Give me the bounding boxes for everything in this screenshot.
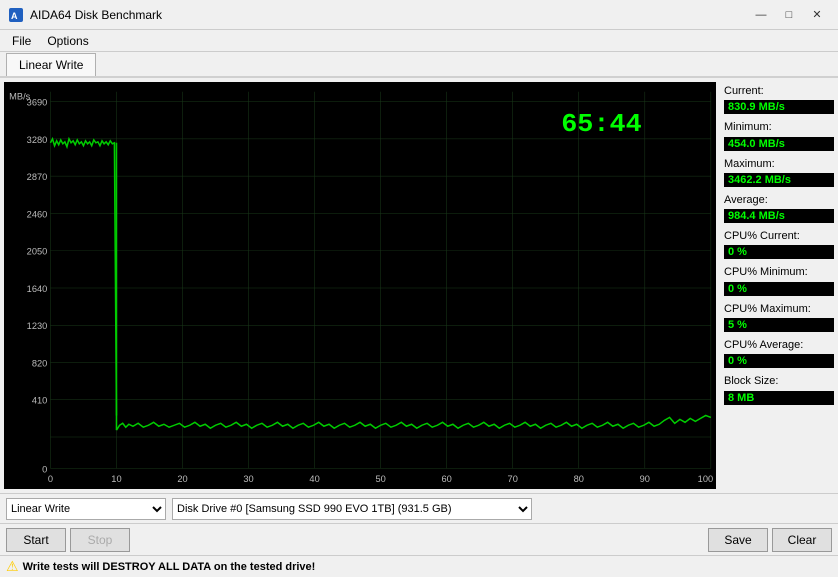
svg-text:70: 70 [508,474,518,484]
svg-text:820: 820 [32,359,47,369]
cpu-current-label: CPU% Current: [724,229,834,243]
current-label: Current: [724,84,834,98]
cpu-maximum-value: 5 % [724,318,834,332]
stop-button[interactable]: Stop [70,528,130,552]
action-bar: Start Stop Save Clear [0,523,838,555]
chart-svg: 3690 3280 2870 2460 2050 1640 1230 820 4… [4,82,716,489]
warning-bar: ⚠ Write tests will DESTROY ALL DATA on t… [0,555,838,577]
average-value: 984.4 MB/s [724,209,834,223]
svg-text:A: A [11,11,18,21]
svg-text:90: 90 [640,474,650,484]
close-button[interactable]: ✕ [804,5,830,25]
menu-file[interactable]: File [4,32,39,50]
block-size-label: Block Size: [724,374,834,388]
maximum-label: Maximum: [724,157,834,171]
svg-text:0: 0 [48,474,53,484]
start-button[interactable]: Start [6,528,66,552]
block-size-value: 8 MB [724,391,834,405]
svg-text:10: 10 [111,474,121,484]
chart-container: 3690 3280 2870 2460 2050 1640 1230 820 4… [4,82,716,489]
title-bar-controls: — □ ✕ [748,5,830,25]
svg-text:100 %: 100 % [698,474,716,484]
cpu-current-value: 0 % [724,245,834,259]
minimum-label: Minimum: [724,120,834,134]
svg-text:0: 0 [42,465,47,475]
svg-text:1230: 1230 [27,321,48,331]
svg-text:2460: 2460 [27,210,48,220]
svg-text:50: 50 [375,474,385,484]
average-label: Average: [724,193,834,207]
svg-text:410: 410 [32,396,47,406]
cpu-minimum-label: CPU% Minimum: [724,265,834,279]
svg-text:30: 30 [243,474,253,484]
svg-text:3280: 3280 [27,135,48,145]
drive-select[interactable]: Disk Drive #0 [Samsung SSD 990 EVO 1TB] … [172,498,532,520]
cpu-maximum-label: CPU% Maximum: [724,302,834,316]
maximize-button[interactable]: □ [776,5,802,25]
save-button[interactable]: Save [708,528,768,552]
minimum-value: 454.0 MB/s [724,137,834,151]
svg-text:60: 60 [442,474,452,484]
warning-text: Write tests will DESTROY ALL DATA on the… [23,561,316,573]
svg-text:80: 80 [574,474,584,484]
cpu-average-value: 0 % [724,354,834,368]
svg-text:MB/s: MB/s [9,92,31,102]
title-bar-left: A AIDA64 Disk Benchmark [8,7,162,23]
app-icon: A [8,7,24,23]
tab-area: Linear Write [0,52,838,78]
menu-bar: File Options [0,30,838,52]
svg-text:2870: 2870 [27,172,48,182]
stats-panel: Current: 830.9 MB/s Minimum: 454.0 MB/s … [720,78,838,493]
tab-linear-write[interactable]: Linear Write [6,53,96,76]
svg-text:65:44: 65:44 [561,110,641,139]
main-content: 3690 3280 2870 2460 2050 1640 1230 820 4… [0,78,838,493]
svg-text:1640: 1640 [27,284,48,294]
test-type-select[interactable]: Linear Write [6,498,166,520]
warning-icon: ⚠ [6,558,19,575]
window-title: AIDA64 Disk Benchmark [30,8,162,22]
minimize-button[interactable]: — [748,5,774,25]
svg-text:2050: 2050 [27,247,48,257]
maximum-value: 3462.2 MB/s [724,173,834,187]
svg-text:40: 40 [309,474,319,484]
cpu-minimum-value: 0 % [724,282,834,296]
current-value: 830.9 MB/s [724,100,834,114]
bottom-bar: Linear Write Disk Drive #0 [Samsung SSD … [0,493,838,523]
svg-text:20: 20 [177,474,187,484]
cpu-average-label: CPU% Average: [724,338,834,352]
title-bar: A AIDA64 Disk Benchmark — □ ✕ [0,0,838,30]
menu-options[interactable]: Options [39,32,96,50]
clear-button[interactable]: Clear [772,528,832,552]
